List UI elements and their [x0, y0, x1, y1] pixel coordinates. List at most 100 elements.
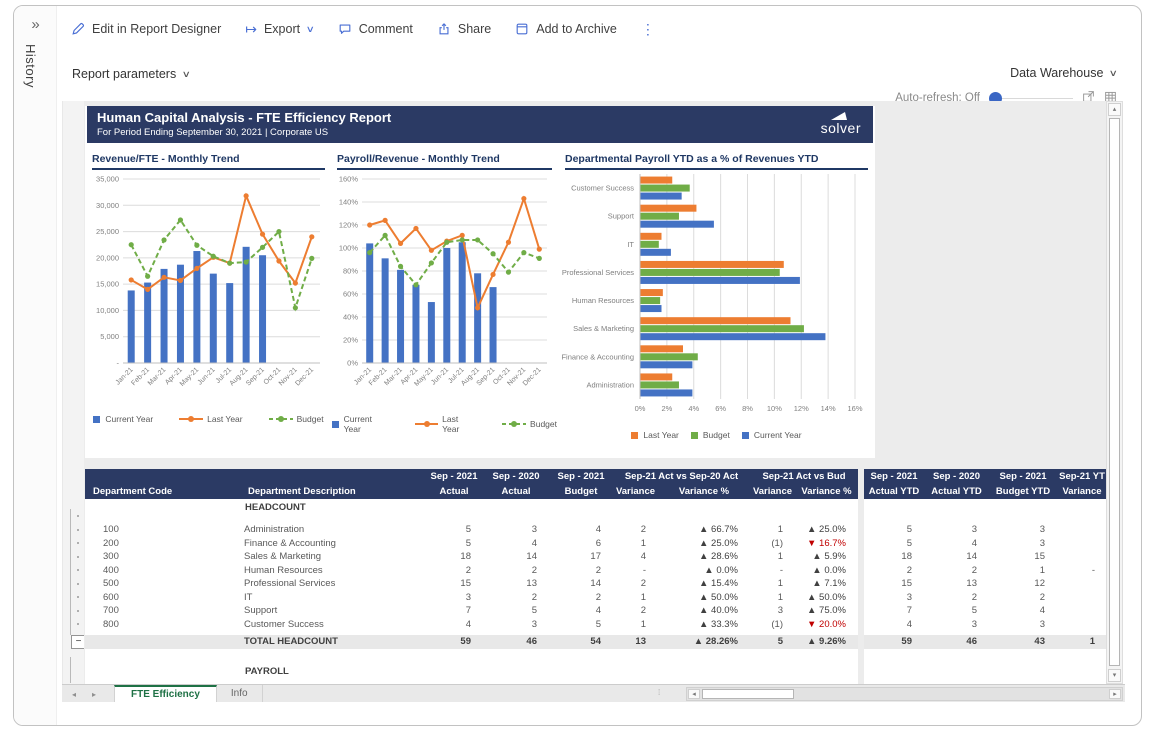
svg-text:8%: 8%	[742, 404, 753, 413]
legend-item: Last Year	[415, 414, 476, 434]
scroll-down-button[interactable]: ▾	[1108, 669, 1121, 682]
horizontal-scrollbar[interactable]: ◂ ▸	[686, 687, 1123, 701]
data-warehouse-label: Data Warehouse	[1010, 66, 1103, 80]
horizontal-scroll-thumb[interactable]	[702, 689, 794, 699]
edit-label: Edit in Report Designer	[92, 22, 221, 36]
table-row: 800Customer Success 435 1▲ 33.3% (1)▼ 20…	[85, 618, 858, 632]
svg-text:160%: 160%	[339, 175, 359, 184]
table-row: 100Administration 534 2▲ 66.7% 1▲ 25.0%	[85, 523, 858, 537]
vertical-scroll-thumb[interactable]	[1109, 118, 1120, 666]
svg-text:Customer Success: Customer Success	[571, 184, 634, 193]
svg-text:15,000: 15,000	[96, 280, 119, 289]
expand-history-button[interactable]: »	[14, 16, 57, 33]
chart-legend: Current YearLast YearBudget	[87, 414, 330, 424]
toolbar: Edit in Report Designer ↦ Export ∨ Comme…	[71, 17, 655, 41]
table-left-panel: Sep - 2021 Sep - 2020 Sep - 2021 Sep-21 …	[85, 469, 858, 684]
total-row: 5946 431	[864, 635, 1106, 649]
chart-title: Departmental Payroll YTD as a % of Reven…	[565, 153, 868, 170]
svg-text:Dec-21: Dec-21	[294, 366, 315, 387]
svg-text:Jun-21: Jun-21	[430, 366, 450, 386]
tab-scroll-right-button[interactable]: ▸	[92, 690, 96, 699]
outline-gutter: −	[62, 101, 84, 684]
svg-text:6%: 6%	[715, 404, 726, 413]
export-button[interactable]: ↦ Export ∨	[245, 21, 313, 38]
report-parameters-label: Report parameters	[72, 67, 176, 81]
report-top-block: Human Capital Analysis - FTE Efficiency …	[85, 106, 875, 458]
export-label: Export	[264, 22, 300, 36]
chart-title: Revenue/FTE - Monthly Trend	[92, 153, 325, 170]
svg-text:Sales & Marketing: Sales & Marketing	[573, 324, 634, 333]
section-headcount: HEADCOUNT	[85, 501, 858, 515]
table-row: 200Finance & Accounting 546 1▲ 25.0% (1)…	[85, 537, 858, 551]
svg-text:20%: 20%	[343, 336, 358, 345]
table-right-header: Sep - 2021 Sep - 2020 Sep - 2021 Sep-21 …	[864, 469, 1106, 499]
table-row: 32 2	[864, 591, 1106, 605]
comment-button[interactable]: Comment	[338, 22, 413, 36]
share-label: Share	[458, 22, 491, 36]
table-row: 1513 12	[864, 577, 1106, 591]
table-row: 400Human Resources 222 -▲ 0.0% -▲ 0.0%	[85, 564, 858, 578]
svg-text:IT: IT	[627, 240, 634, 249]
solver-logo: solver	[821, 112, 861, 136]
scroll-up-button[interactable]: ▴	[1108, 103, 1121, 116]
svg-text:Human Resources: Human Resources	[572, 296, 634, 305]
report-viewport: − Human Capital Analysis - FTE Efficienc…	[62, 101, 1125, 702]
splitter-handle[interactable]: ⁞	[658, 688, 660, 697]
svg-text:5,000: 5,000	[100, 332, 119, 341]
tab-fte-efficiency[interactable]: FTE Efficiency	[114, 685, 217, 702]
table-row: 1814 15	[864, 550, 1106, 564]
report-title-bar: Human Capital Analysis - FTE Efficiency …	[87, 106, 873, 143]
report-canvas: Human Capital Analysis - FTE Efficiency …	[84, 101, 1106, 684]
pencil-icon	[71, 22, 85, 36]
export-icon: ↦	[245, 21, 257, 38]
svg-text:10%: 10%	[767, 404, 782, 413]
svg-text:16%: 16%	[847, 404, 862, 413]
payroll-revenue-chart: 0%20%40%60%80%100%120%140%160%Jan-21Feb-…	[332, 171, 557, 414]
tab-info[interactable]: Info	[217, 685, 263, 702]
scroll-left-button[interactable]: ◂	[688, 689, 700, 699]
table-right-panel: Sep - 2021 Sep - 2020 Sep - 2021 Sep-21 …	[864, 469, 1106, 684]
report-title: Human Capital Analysis - FTE Efficiency …	[97, 110, 863, 125]
col-department-description: Department Description	[240, 484, 425, 499]
tab-scroll-left-button[interactable]: ◂	[72, 690, 76, 699]
comment-label: Comment	[359, 22, 413, 36]
departmental-payroll-chart-panel: Departmental Payroll YTD as a % of Reven…	[560, 148, 873, 456]
svg-text:30,000: 30,000	[96, 201, 119, 210]
svg-text:0%: 0%	[635, 404, 646, 413]
svg-text:Mar-21: Mar-21	[147, 366, 168, 387]
svg-text:60%: 60%	[343, 290, 358, 299]
svg-text:20,000: 20,000	[96, 253, 119, 262]
legend-item: Current Year	[742, 430, 802, 440]
share-button[interactable]: Share	[437, 22, 491, 36]
report-subtitle: For Period Ending September 30, 2021 | C…	[97, 127, 863, 138]
chart-legend: Current Year Last Year Budget	[332, 414, 557, 434]
table-row: 300Sales & Marketing 181417 4▲ 28.6% 1▲ …	[85, 550, 858, 564]
revenue-fte-chart: -5,00010,00015,00020,00025,00030,00035,0…	[87, 171, 330, 414]
departmental-payroll-chart: 0%2%4%6%8%10%12%14%16%Customer SuccessSu…	[560, 171, 873, 430]
solver-logo-mark	[831, 112, 847, 120]
scroll-right-button[interactable]: ▸	[1109, 689, 1121, 699]
more-options-button[interactable]: ⋮	[641, 21, 655, 38]
add-to-archive-button[interactable]: Add to Archive	[515, 22, 617, 36]
svg-text:Finance & Accounting: Finance & Accounting	[561, 352, 634, 361]
share-icon	[437, 22, 451, 36]
data-warehouse-dropdown[interactable]: Data Warehouse ∨	[1010, 66, 1117, 80]
svg-text:4%: 4%	[688, 404, 699, 413]
comment-icon	[338, 22, 352, 36]
svg-text:80%: 80%	[343, 267, 358, 276]
legend-item: Budget	[691, 430, 730, 440]
table-right-body: 53 3 54 3 1814 15 22 1- 1513 12 32 2 75 …	[864, 501, 1106, 649]
svg-text:12%: 12%	[794, 404, 809, 413]
report-parameters-toggle[interactable]: Report parameters ∨	[72, 67, 190, 81]
chart-legend: Last YearBudgetCurrent Year	[560, 430, 873, 440]
vertical-scrollbar[interactable]: ▴ ▾	[1106, 101, 1123, 684]
legend-item: Current Year	[93, 414, 153, 424]
col-department-code: Department Code	[85, 484, 240, 499]
legend-item: Current Year	[332, 414, 389, 434]
svg-text:Sep-21: Sep-21	[245, 366, 266, 387]
svg-text:-: -	[117, 359, 120, 368]
edit-in-report-designer-button[interactable]: Edit in Report Designer	[71, 22, 221, 36]
history-panel-label: History	[23, 44, 38, 88]
legend-item: Budget	[502, 419, 557, 429]
svg-text:25,000: 25,000	[96, 227, 119, 236]
